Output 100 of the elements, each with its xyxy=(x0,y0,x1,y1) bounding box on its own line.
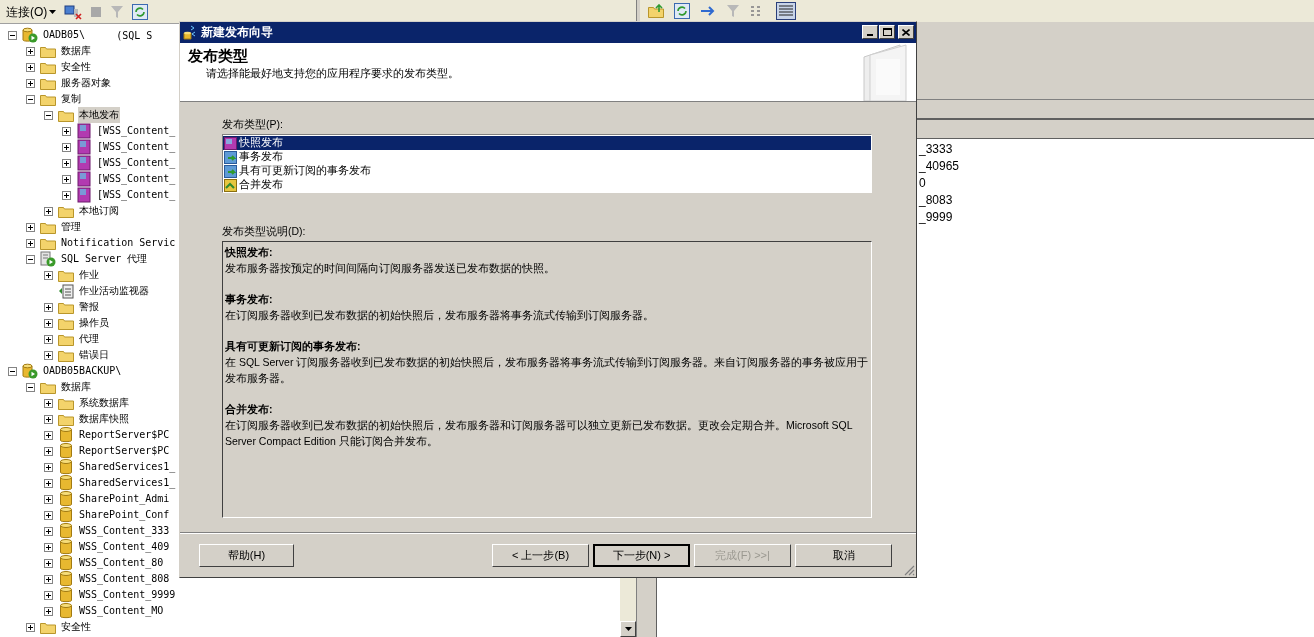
tree-item[interactable]: 服务器对象 xyxy=(60,75,112,91)
expand-icon[interactable] xyxy=(62,158,71,168)
tree-item[interactable]: 作业活动监视器 xyxy=(78,283,150,299)
expand-icon[interactable] xyxy=(44,430,53,440)
tree-item[interactable]: [WSS_Content_ xyxy=(96,171,177,187)
expand-icon[interactable] xyxy=(44,398,53,408)
tree-item[interactable]: OADB05BACKUP\ xyxy=(42,363,123,379)
expand-icon[interactable] xyxy=(26,62,35,72)
tree-item[interactable]: 系统数据库 xyxy=(78,395,130,411)
wizard-button[interactable]: < 上一步(B) xyxy=(492,543,589,567)
expand-icon[interactable] xyxy=(62,190,71,200)
list-row[interactable]: _9999 xyxy=(919,209,1314,226)
expand-icon[interactable] xyxy=(44,606,53,616)
list-item[interactable]: 具有可更新订阅的事务发布 xyxy=(223,164,871,179)
list-row[interactable]: 0 xyxy=(919,175,1314,192)
tree-item[interactable]: 本地发布 xyxy=(78,107,120,123)
collapse-icon[interactable] xyxy=(26,94,35,104)
expand-icon[interactable] xyxy=(62,174,71,184)
expand-icon[interactable] xyxy=(44,318,53,328)
tree-item[interactable]: WSS_Content_9999 xyxy=(78,587,177,603)
collapse-icon[interactable] xyxy=(26,382,35,392)
tree-item[interactable]: 代理 xyxy=(78,331,100,347)
tree-item[interactable]: [WSS_Content_ xyxy=(96,139,177,155)
collapse-icon[interactable] xyxy=(8,30,17,40)
wizard-button[interactable]: 下一步(N) > xyxy=(593,543,690,567)
tree-item[interactable]: 警报 xyxy=(78,299,100,315)
tree-item[interactable]: [WSS_Content_ xyxy=(96,155,177,171)
tree-item[interactable]: 安全性 xyxy=(60,619,92,635)
scroll-down-icon[interactable] xyxy=(624,627,632,631)
resize-grip-icon[interactable] xyxy=(903,564,915,576)
list-item[interactable]: 合并发布 xyxy=(223,178,871,193)
tree-item[interactable]: [WSS_Content_ xyxy=(96,123,177,139)
tree-item[interactable]: [WSS_Content_ xyxy=(96,187,177,203)
tree-item[interactable]: ReportServer$PC xyxy=(78,427,171,443)
tree-item[interactable]: SQL Server 代理 xyxy=(60,251,149,267)
tree-item[interactable]: WSS_Content_MO xyxy=(78,603,165,619)
expand-icon[interactable] xyxy=(44,590,53,600)
close-button[interactable] xyxy=(898,25,914,40)
expand-icon[interactable] xyxy=(26,46,35,56)
collapse-icon[interactable] xyxy=(8,366,17,376)
expand-icon[interactable] xyxy=(44,414,53,424)
folder-up-icon[interactable] xyxy=(648,4,664,18)
list-row[interactable]: _8083 xyxy=(919,192,1314,209)
tree-item[interactable]: 数据库快照 xyxy=(78,411,130,427)
expand-icon[interactable] xyxy=(26,78,35,88)
tree-item[interactable]: 数据库 xyxy=(60,379,92,395)
tree-item[interactable]: WSS_Content_409 xyxy=(78,539,171,555)
expand-icon[interactable] xyxy=(44,542,53,552)
expand-icon[interactable] xyxy=(44,334,53,344)
arrow-right-icon[interactable] xyxy=(700,5,716,17)
tree-item[interactable]: 作业 xyxy=(78,267,100,283)
expand-icon[interactable] xyxy=(62,142,71,152)
collapse-icon[interactable] xyxy=(26,254,35,264)
expand-icon[interactable] xyxy=(44,446,53,456)
tree-item[interactable]: WSS_Content_333 xyxy=(78,523,171,539)
minimize-button[interactable] xyxy=(862,25,878,40)
expand-icon[interactable] xyxy=(44,302,53,312)
tree-item[interactable]: 操作员 xyxy=(78,315,110,331)
refresh-icon[interactable] xyxy=(132,3,149,20)
tree-item[interactable]: OADB05\ xyxy=(42,27,87,43)
expand-icon[interactable] xyxy=(44,478,53,488)
expand-icon[interactable] xyxy=(44,462,53,472)
refresh-icon[interactable] xyxy=(674,3,690,19)
expand-icon[interactable] xyxy=(44,574,53,584)
tree-item[interactable]: 安全性 xyxy=(60,59,92,75)
list-row[interactable]: _40965 xyxy=(919,158,1314,175)
expand-icon[interactable] xyxy=(44,206,53,216)
tree-item[interactable]: 错误日 xyxy=(78,347,110,363)
tree-item[interactable]: 本地订阅 xyxy=(78,203,120,219)
tree-item[interactable]: 复制 xyxy=(60,91,82,107)
tree-item[interactable]: SharePoint_Conf xyxy=(78,507,171,523)
list-row[interactable]: _3333 xyxy=(919,141,1314,158)
list-item[interactable]: 快照发布 xyxy=(223,136,871,151)
wizard-button[interactable]: 帮助(H) xyxy=(199,543,294,567)
expand-icon[interactable] xyxy=(44,558,53,568)
tree-item[interactable]: SharedServices1_ xyxy=(78,459,177,475)
tree-item[interactable]: ReportServer$PC xyxy=(78,443,171,459)
expand-icon[interactable] xyxy=(44,510,53,520)
connect-button[interactable]: 连接(O) xyxy=(6,2,57,21)
maximize-button[interactable] xyxy=(879,25,895,40)
expand-icon[interactable] xyxy=(26,222,35,232)
list-item[interactable]: 事务发布 xyxy=(223,150,871,165)
tree-item[interactable]: WSS_Content_808 xyxy=(78,571,171,587)
collapse-icon[interactable] xyxy=(44,110,53,120)
tree-item[interactable]: 管理 xyxy=(60,219,82,235)
tree-item[interactable]: SharePoint_Admi xyxy=(78,491,171,507)
details-view-icon[interactable] xyxy=(776,2,796,20)
expand-icon[interactable] xyxy=(44,494,53,504)
tree-item[interactable]: Notification Servic xyxy=(60,235,177,251)
expand-icon[interactable] xyxy=(26,238,35,248)
expand-icon[interactable] xyxy=(44,350,53,360)
tree-item[interactable]: 数据库 xyxy=(60,43,92,59)
expand-icon[interactable] xyxy=(44,526,53,536)
expand-icon[interactable] xyxy=(26,622,35,632)
tree-item[interactable]: WSS_Content_80 xyxy=(78,555,165,571)
disconnect-icon[interactable] xyxy=(64,3,83,20)
wizard-button[interactable]: 取消 xyxy=(795,543,892,567)
tree-item[interactable]: SharedServices1_ xyxy=(78,475,177,491)
expand-icon[interactable] xyxy=(62,126,71,136)
expand-icon[interactable] xyxy=(44,270,53,280)
